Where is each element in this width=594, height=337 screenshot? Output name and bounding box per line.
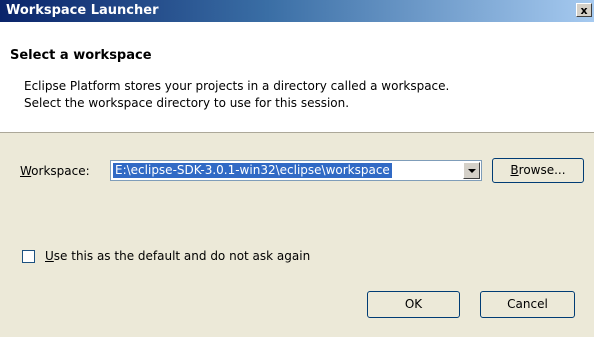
workspace-label-text: orkspace:: [31, 164, 90, 178]
dialog-body: Workspace: E:\eclipse-SDK-3.0.1-win32\ec…: [0, 133, 594, 337]
workspace-path-input[interactable]: E:\eclipse-SDK-3.0.1-win32\eclipse\works…: [113, 163, 392, 178]
window-title: Workspace Launcher: [6, 3, 159, 18]
close-icon: x: [580, 4, 588, 17]
workspace-label-mnemonic: W: [20, 164, 32, 178]
workspace-label: Workspace:: [20, 164, 90, 178]
default-checkbox[interactable]: [22, 250, 35, 263]
title-bar[interactable]: Workspace Launcher x: [0, 0, 594, 22]
chevron-down-icon[interactable]: [463, 162, 480, 179]
cancel-button[interactable]: Cancel: [480, 291, 575, 318]
header-description: Eclipse Platform stores your projects in…: [24, 78, 449, 112]
header-title: Select a workspace: [10, 48, 152, 63]
default-checkbox-label[interactable]: Use this as the default and do not ask a…: [45, 249, 310, 263]
description-line-2: Select the workspace directory to use fo…: [24, 96, 350, 110]
browse-mnemonic: B: [510, 163, 519, 177]
ok-button[interactable]: OK: [367, 291, 460, 318]
dialog-header: Select a workspace Eclipse Platform stor…: [0, 22, 594, 133]
workspace-launcher-dialog: Workspace Launcher x Select a workspace …: [0, 0, 594, 337]
description-line-1: Eclipse Platform stores your projects in…: [24, 79, 450, 93]
default-label-mnemonic: U: [45, 249, 54, 263]
close-button[interactable]: x: [576, 3, 592, 17]
browse-label: rowse...: [518, 163, 566, 177]
default-label-text: se this as the default and do not ask ag…: [53, 249, 311, 263]
workspace-combo[interactable]: E:\eclipse-SDK-3.0.1-win32\eclipse\works…: [110, 160, 482, 181]
browse-button[interactable]: Browse...: [492, 158, 584, 183]
